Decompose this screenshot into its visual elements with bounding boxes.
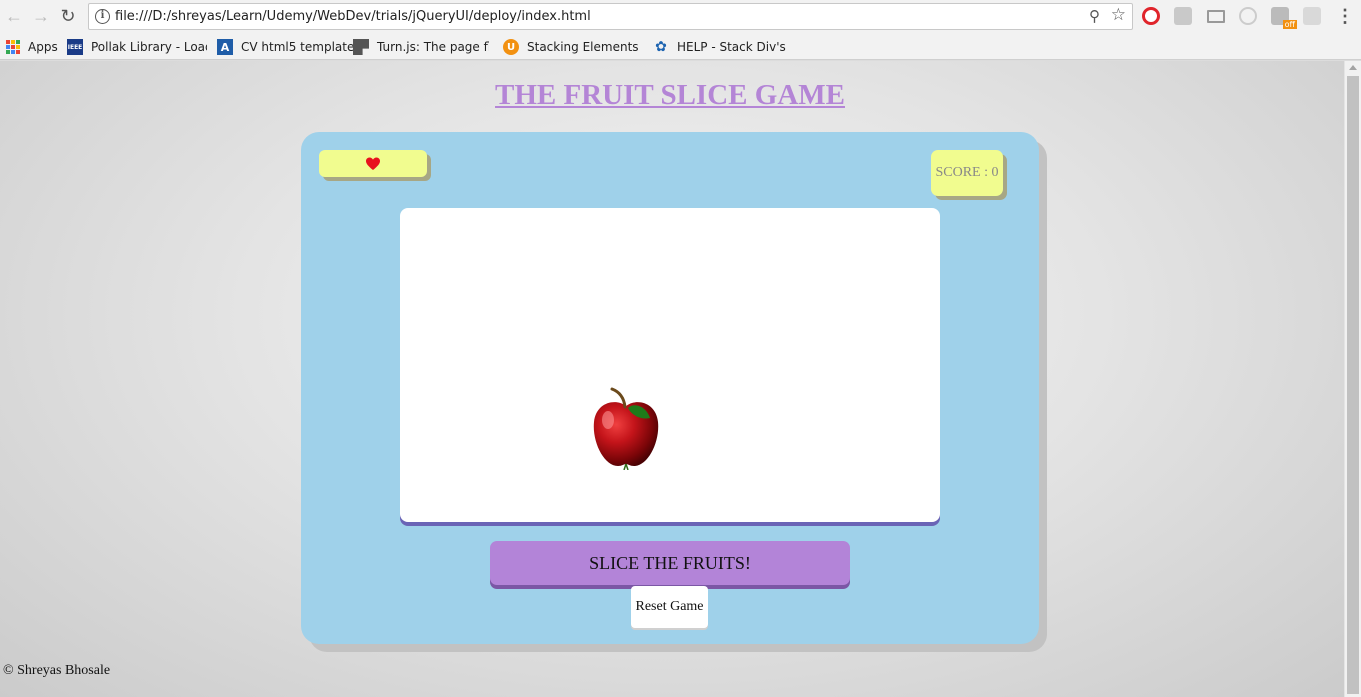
page-viewport: THE FRUIT SLICE GAME SCORE : 0 SLICE THE… bbox=[0, 61, 1344, 697]
bot-extension-icon[interactable]: off bbox=[1271, 7, 1297, 29]
u-badge-icon: U bbox=[503, 39, 519, 55]
game-title: THE FRUIT SLICE GAME bbox=[495, 79, 845, 111]
score-panel: SCORE : 0 bbox=[931, 150, 1003, 196]
bookmark-label: Stacking Elements | jQ bbox=[527, 40, 643, 54]
bookmark-pollak-library[interactable]: IEEE Pollak Library - Loadi bbox=[67, 37, 207, 57]
browser-toolbar: ← → ↻ i file:///D:/shreyas/Learn/Udemy/W… bbox=[0, 0, 1361, 34]
bookmark-star-icon[interactable]: ☆ bbox=[1111, 5, 1126, 25]
settings-extension-icon[interactable] bbox=[1303, 7, 1321, 25]
mail-extension-icon[interactable] bbox=[1207, 10, 1225, 23]
back-arrow-icon[interactable]: ← bbox=[4, 6, 24, 26]
opera-extension-icon[interactable] bbox=[1142, 7, 1160, 25]
off-badge-icon: off bbox=[1282, 20, 1297, 29]
info-icon[interactable]: i bbox=[95, 9, 110, 24]
vertical-scrollbar[interactable] bbox=[1344, 61, 1361, 697]
zoom-icon[interactable]: ⚲ bbox=[1089, 7, 1100, 25]
bookmark-cv-template[interactable]: A CV html5 template bbox=[217, 37, 354, 57]
bookmark-label: HELP - Stack Div's jQu bbox=[677, 40, 789, 54]
reload-icon[interactable]: ↻ bbox=[58, 6, 78, 26]
bookmarks-bar: Apps IEEE Pollak Library - Loadi A CV ht… bbox=[0, 34, 1361, 60]
bookmark-label: Pollak Library - Loadi bbox=[91, 40, 207, 54]
footer-copyright: © Shreyas Bhosale bbox=[3, 663, 111, 678]
apple-fruit[interactable] bbox=[590, 386, 662, 470]
link-extension-icon[interactable] bbox=[1239, 7, 1257, 25]
lives-panel bbox=[319, 150, 427, 177]
bookmark-stacking-elements[interactable]: U Stacking Elements | jQ bbox=[503, 37, 643, 57]
game-container: SCORE : 0 SLICE THE FRUITS! Reset Game bbox=[301, 132, 1039, 644]
forward-arrow-icon[interactable]: → bbox=[31, 6, 51, 26]
slice-fruits-button[interactable]: SLICE THE FRUITS! bbox=[490, 541, 850, 585]
bookmark-label: Turn.js: The page flip bbox=[377, 40, 489, 54]
scroll-up-arrow-icon[interactable] bbox=[1349, 65, 1357, 70]
pdf-extension-icon[interactable] bbox=[1174, 7, 1192, 25]
kebab-menu-icon[interactable]: ⋮ bbox=[1336, 6, 1354, 27]
jquery-icon: ✿ bbox=[655, 39, 667, 55]
ieee-icon: IEEE bbox=[67, 39, 83, 55]
bookmark-stack-divs[interactable]: ✿ HELP - Stack Div's jQu bbox=[653, 37, 789, 57]
bookmark-label: Apps bbox=[28, 40, 58, 54]
bookmark-turnjs[interactable]: Turn.js: The page flip bbox=[353, 37, 489, 57]
a-letter-icon: A bbox=[217, 39, 233, 55]
turnjs-icon bbox=[353, 39, 369, 55]
address-bar[interactable]: i file:///D:/shreyas/Learn/Udemy/WebDev/… bbox=[88, 3, 1133, 30]
apps-grid-icon bbox=[6, 40, 20, 54]
heart-icon bbox=[366, 157, 380, 170]
url-text[interactable]: file:///D:/shreyas/Learn/Udemy/WebDev/tr… bbox=[115, 9, 591, 24]
reset-game-button[interactable]: Reset Game bbox=[631, 586, 708, 628]
scrollbar-thumb[interactable] bbox=[1347, 76, 1359, 694]
bookmark-apps[interactable]: Apps bbox=[6, 37, 58, 57]
bookmark-label: CV html5 template bbox=[241, 40, 355, 54]
game-area[interactable] bbox=[400, 208, 940, 522]
